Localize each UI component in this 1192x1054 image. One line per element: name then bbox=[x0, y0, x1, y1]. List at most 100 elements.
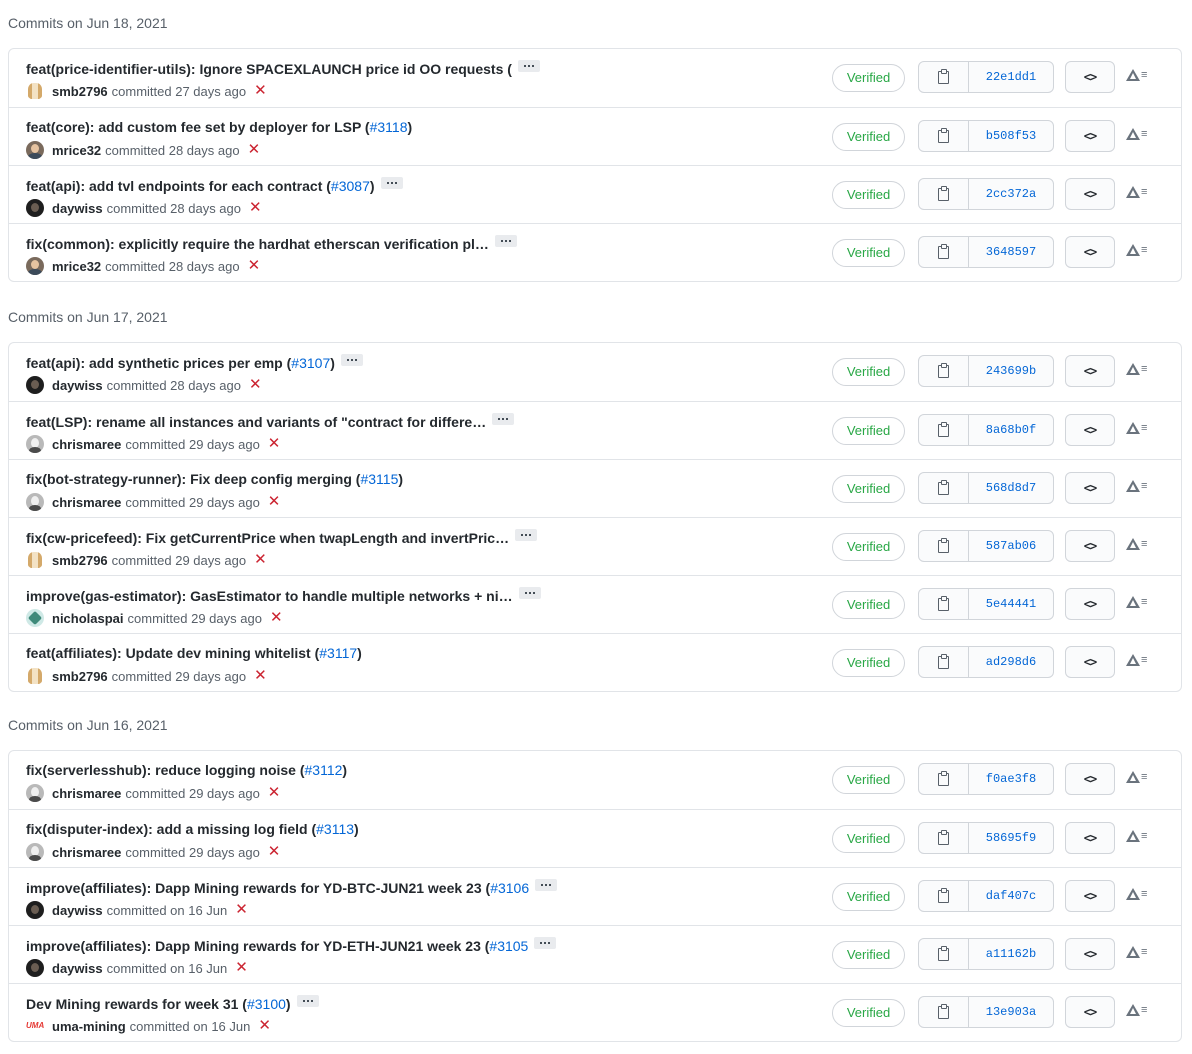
author-link[interactable]: chrismaree bbox=[52, 495, 121, 510]
avatar[interactable] bbox=[26, 551, 44, 569]
commit-sha-link[interactable]: f0ae3f8 bbox=[969, 764, 1053, 794]
browse-repository-button[interactable]: <> bbox=[1065, 236, 1115, 268]
x-icon[interactable]: ✕ bbox=[254, 82, 267, 100]
x-icon[interactable]: ✕ bbox=[268, 493, 281, 511]
warning-icon[interactable]: ≡ bbox=[1126, 828, 1147, 844]
author-link[interactable]: mrice32 bbox=[52, 143, 101, 158]
avatar[interactable] bbox=[26, 667, 44, 685]
expand-message-button[interactable] bbox=[296, 995, 319, 1007]
verified-badge[interactable]: Verified bbox=[832, 358, 905, 386]
commit-message-link[interactable]: feat(price-identifier-utils): Ignore SPA… bbox=[26, 61, 512, 77]
warning-icon[interactable]: ≡ bbox=[1126, 420, 1147, 436]
verified-badge[interactable]: Verified bbox=[832, 825, 905, 853]
expand-message-button[interactable] bbox=[518, 587, 541, 599]
x-icon[interactable]: ✕ bbox=[248, 257, 261, 275]
commit-sha-link[interactable]: 8a68b0f bbox=[969, 415, 1053, 445]
commit-sha-link[interactable]: 13e903a bbox=[969, 997, 1053, 1027]
expand-message-button[interactable] bbox=[492, 413, 515, 425]
author-link[interactable]: nicholaspai bbox=[52, 611, 124, 626]
commit-message-link[interactable]: improve(affiliates): Dapp Mining rewards… bbox=[26, 938, 489, 954]
pull-request-link[interactable]: #3087 bbox=[331, 178, 370, 194]
browse-repository-button[interactable]: <> bbox=[1065, 588, 1115, 620]
author-link[interactable]: daywiss bbox=[52, 201, 103, 216]
pull-request-link[interactable]: #3112 bbox=[305, 762, 343, 778]
commit-message-link[interactable]: fix(disputer-index): add a missing log f… bbox=[26, 821, 316, 837]
pull-request-link[interactable]: #3113 bbox=[316, 821, 354, 837]
commit-message-link[interactable]: fix(cw-pricefeed): Fix getCurrentPrice w… bbox=[26, 530, 509, 546]
verified-badge[interactable]: Verified bbox=[832, 239, 905, 267]
avatar[interactable] bbox=[26, 199, 44, 217]
warning-icon[interactable]: ≡ bbox=[1126, 242, 1147, 258]
expand-message-button[interactable] bbox=[494, 235, 517, 247]
copy-sha-button[interactable] bbox=[919, 179, 969, 209]
author-link[interactable]: uma-mining bbox=[52, 1019, 126, 1034]
browse-repository-button[interactable]: <> bbox=[1065, 355, 1115, 387]
verified-badge[interactable]: Verified bbox=[832, 941, 905, 969]
author-link[interactable]: smb2796 bbox=[52, 669, 108, 684]
avatar[interactable] bbox=[26, 843, 44, 861]
expand-message-button[interactable] bbox=[340, 354, 363, 366]
author-link[interactable]: daywiss bbox=[52, 903, 103, 918]
copy-sha-button[interactable] bbox=[919, 764, 969, 794]
pull-request-link[interactable]: #3100 bbox=[247, 996, 286, 1012]
pull-request-link[interactable]: #3105 bbox=[489, 938, 528, 954]
browse-repository-button[interactable]: <> bbox=[1065, 938, 1115, 970]
commit-sha-link[interactable]: daf407c bbox=[969, 881, 1053, 911]
warning-icon[interactable]: ≡ bbox=[1126, 594, 1147, 610]
copy-sha-button[interactable] bbox=[919, 415, 969, 445]
x-icon[interactable]: ✕ bbox=[268, 435, 281, 453]
commit-sha-link[interactable]: 58695f9 bbox=[969, 823, 1053, 853]
author-link[interactable]: chrismaree bbox=[52, 786, 121, 801]
copy-sha-button[interactable] bbox=[919, 62, 969, 92]
copy-sha-button[interactable] bbox=[919, 121, 969, 151]
avatar[interactable] bbox=[26, 609, 44, 627]
commit-sha-link[interactable]: 3648597 bbox=[969, 237, 1053, 267]
x-icon[interactable]: ✕ bbox=[268, 784, 281, 802]
pull-request-link[interactable]: #3107 bbox=[291, 355, 330, 371]
author-link[interactable]: smb2796 bbox=[52, 553, 108, 568]
browse-repository-button[interactable]: <> bbox=[1065, 178, 1115, 210]
warning-icon[interactable]: ≡ bbox=[1126, 184, 1147, 200]
commit-message-link[interactable]: feat(core): add custom fee set by deploy… bbox=[26, 119, 370, 135]
expand-message-button[interactable] bbox=[515, 529, 538, 541]
copy-sha-button[interactable] bbox=[919, 647, 969, 677]
x-icon[interactable]: ✕ bbox=[249, 199, 262, 217]
verified-badge[interactable]: Verified bbox=[832, 475, 905, 503]
warning-icon[interactable]: ≡ bbox=[1126, 536, 1147, 552]
browse-repository-button[interactable]: <> bbox=[1065, 763, 1115, 795]
x-icon[interactable]: ✕ bbox=[248, 141, 261, 159]
avatar[interactable] bbox=[26, 959, 44, 977]
verified-badge[interactable]: Verified bbox=[832, 533, 905, 561]
browse-repository-button[interactable]: <> bbox=[1065, 120, 1115, 152]
commit-message-link[interactable]: feat(api): add tvl endpoints for each co… bbox=[26, 178, 331, 194]
author-link[interactable]: smb2796 bbox=[52, 84, 108, 99]
commit-message-link[interactable]: feat(LSP): rename all instances and vari… bbox=[26, 414, 486, 430]
commit-message-link[interactable]: feat(affiliates): Update dev mining whit… bbox=[26, 645, 319, 661]
x-icon[interactable]: ✕ bbox=[254, 551, 267, 569]
warning-icon[interactable]: ≡ bbox=[1126, 361, 1147, 377]
avatar[interactable] bbox=[26, 784, 44, 802]
copy-sha-button[interactable] bbox=[919, 939, 969, 969]
copy-sha-button[interactable] bbox=[919, 531, 969, 561]
commit-message-link[interactable]: improve(gas-estimator): GasEstimator to … bbox=[26, 588, 513, 604]
commit-message-link[interactable]: improve(affiliates): Dapp Mining rewards… bbox=[26, 880, 490, 896]
commit-sha-link[interactable]: b508f53 bbox=[969, 121, 1053, 151]
commit-message-link[interactable]: fix(serverlesshub): reduce logging noise… bbox=[26, 762, 305, 778]
commit-sha-link[interactable]: 568d8d7 bbox=[969, 473, 1053, 503]
warning-icon[interactable]: ≡ bbox=[1126, 67, 1147, 83]
browse-repository-button[interactable]: <> bbox=[1065, 61, 1115, 93]
commit-sha-link[interactable]: ad298d6 bbox=[969, 647, 1053, 677]
avatar[interactable] bbox=[26, 141, 44, 159]
avatar[interactable] bbox=[26, 901, 44, 919]
pull-request-link[interactable]: #3106 bbox=[490, 880, 529, 896]
commit-message-link[interactable]: feat(api): add synthetic prices per emp … bbox=[26, 355, 291, 371]
expand-message-button[interactable] bbox=[534, 937, 557, 949]
avatar[interactable] bbox=[26, 493, 44, 511]
verified-badge[interactable]: Verified bbox=[832, 417, 905, 445]
browse-repository-button[interactable]: <> bbox=[1065, 822, 1115, 854]
copy-sha-button[interactable] bbox=[919, 237, 969, 267]
author-link[interactable]: daywiss bbox=[52, 378, 103, 393]
expand-message-button[interactable] bbox=[535, 879, 558, 891]
expand-message-button[interactable] bbox=[380, 177, 403, 189]
warning-icon[interactable]: ≡ bbox=[1126, 478, 1147, 494]
